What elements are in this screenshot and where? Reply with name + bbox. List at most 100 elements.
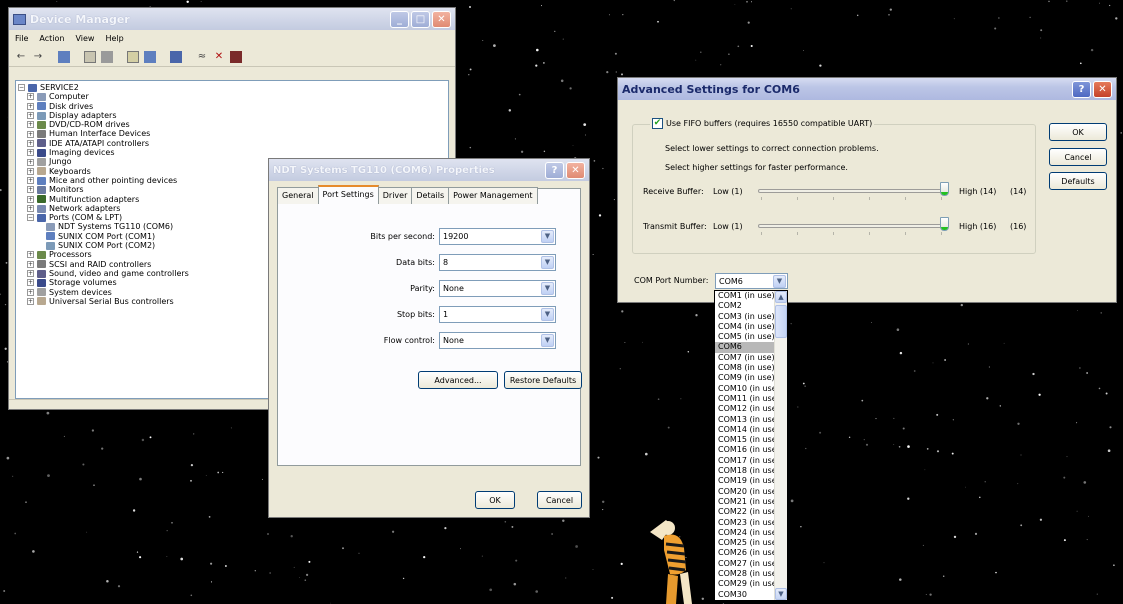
com-port-option[interactable]: COM5 (in use): [715, 332, 776, 342]
expand-icon[interactable]: +: [27, 130, 34, 138]
expand-icon[interactable]: +: [27, 279, 34, 287]
expand-icon[interactable]: +: [27, 270, 34, 278]
com-port-option[interactable]: COM3 (in use): [715, 312, 776, 322]
com-port-option[interactable]: COM1 (in use): [715, 291, 776, 301]
scroll-up-icon[interactable]: ▲: [775, 291, 787, 303]
close-button[interactable]: ✕: [1093, 80, 1112, 98]
com-port-option[interactable]: COM17 (in use: [715, 456, 776, 466]
expand-icon[interactable]: +: [27, 93, 34, 101]
com-port-option[interactable]: COM28 (in use: [715, 569, 776, 579]
close-button[interactable]: ✕: [432, 10, 451, 28]
cancel-button[interactable]: Cancel: [537, 491, 582, 509]
receive-buffer-slider[interactable]: [940, 182, 949, 196]
expand-icon[interactable]: +: [27, 186, 34, 194]
tree-item[interactable]: + Imaging devices: [18, 148, 446, 157]
com-port-option[interactable]: COM26 (in use: [715, 548, 776, 558]
com-port-option[interactable]: COM11 (in use: [715, 394, 776, 404]
com-port-option[interactable]: COM27 (in use: [715, 559, 776, 569]
chevron-down-icon[interactable]: ▼: [541, 229, 554, 243]
tree-item[interactable]: + Disk drives: [18, 102, 446, 111]
com-port-option[interactable]: COM25 (in use: [715, 538, 776, 548]
cancel-button[interactable]: Cancel: [1049, 148, 1107, 166]
forward-icon[interactable]: →: [32, 51, 44, 63]
ok-button[interactable]: OK: [475, 491, 515, 509]
menu-view[interactable]: View: [75, 34, 94, 43]
expand-icon[interactable]: +: [27, 121, 34, 129]
expand-icon[interactable]: +: [27, 205, 34, 212]
expand-icon[interactable]: +: [27, 102, 34, 110]
minimize-button[interactable]: _: [390, 10, 409, 28]
tab-driver[interactable]: Driver: [377, 187, 413, 204]
expand-icon[interactable]: +: [27, 195, 34, 203]
com-port-option[interactable]: COM15 (in use: [715, 435, 776, 445]
com-port-option[interactable]: COM19 (in use: [715, 476, 776, 486]
tree-item[interactable]: + Display adapters: [18, 111, 446, 120]
expand-icon[interactable]: +: [27, 288, 34, 296]
expand-icon[interactable]: +: [27, 260, 34, 268]
collapse-icon[interactable]: −: [27, 214, 34, 222]
tree-item[interactable]: − SERVICE2: [18, 83, 446, 92]
help-button[interactable]: ?: [1072, 80, 1091, 98]
menu-file[interactable]: File: [15, 34, 28, 43]
tree-item[interactable]: + IDE ATA/ATAPI controllers: [18, 139, 446, 148]
scroll-thumb[interactable]: [775, 305, 787, 338]
com-port-option[interactable]: COM12 (in use: [715, 404, 776, 414]
com-port-option[interactable]: COM24 (in use: [715, 528, 776, 538]
chevron-down-icon[interactable]: ▼: [541, 255, 554, 269]
uninstall-icon[interactable]: ✕: [213, 51, 225, 63]
chevron-down-icon[interactable]: ▼: [541, 333, 554, 347]
com-port-option[interactable]: COM13 (in use: [715, 415, 776, 425]
dropdown-scrollbar[interactable]: ▲ ▼: [774, 291, 787, 600]
com-port-option[interactable]: COM16 (in use: [715, 445, 776, 455]
transmit-buffer-slider[interactable]: [940, 217, 949, 231]
tree-item[interactable]: + Computer: [18, 92, 446, 101]
menu-action[interactable]: Action: [39, 34, 64, 43]
ok-button[interactable]: OK: [1049, 123, 1107, 141]
expand-icon[interactable]: +: [27, 177, 34, 185]
tab-power-management[interactable]: Power Management: [448, 187, 538, 204]
close-button[interactable]: ✕: [566, 161, 585, 179]
menu-help[interactable]: Help: [105, 34, 123, 43]
com-port-option[interactable]: COM18 (in use: [715, 466, 776, 476]
com-port-option[interactable]: COM10 (in use: [715, 384, 776, 394]
com-port-option[interactable]: COM9 (in use): [715, 373, 776, 383]
device-view-icon[interactable]: [58, 50, 70, 63]
print-icon[interactable]: [101, 50, 113, 63]
com-port-option[interactable]: COM23 (in use: [715, 518, 776, 528]
transmit-buffer-track[interactable]: [758, 224, 944, 228]
tree-item[interactable]: + DVD/CD-ROM drives: [18, 120, 446, 129]
fifo-checkbox-row[interactable]: ✔ Use FIFO buffers (requires 16550 compa…: [650, 118, 875, 129]
collapse-icon[interactable]: −: [18, 84, 25, 92]
com-port-select[interactable]: COM6 ▼: [715, 273, 788, 289]
computer-icon[interactable]: [170, 50, 182, 63]
com-port-option[interactable]: COM22 (in use: [715, 507, 776, 517]
receive-buffer-track[interactable]: [758, 189, 944, 193]
com-port-option[interactable]: COM29 (in use: [715, 579, 776, 589]
device-manager-titlebar[interactable]: Device Manager _ □ ✕: [9, 8, 455, 30]
flow-control-select[interactable]: None ▼: [439, 331, 556, 349]
expand-icon[interactable]: +: [27, 158, 34, 166]
defaults-button[interactable]: Defaults: [1049, 172, 1107, 190]
expand-icon[interactable]: +: [27, 112, 34, 120]
expand-icon[interactable]: +: [27, 251, 34, 259]
properties-icon[interactable]: [84, 50, 96, 63]
expand-icon[interactable]: +: [27, 167, 34, 175]
com-port-option[interactable]: COM8 (in use): [715, 363, 776, 373]
expand-icon[interactable]: +: [27, 149, 34, 157]
com-port-option[interactable]: COM20 (in use: [715, 487, 776, 497]
parity-select[interactable]: None ▼: [439, 279, 556, 297]
com-port-dropdown-list[interactable]: COM1 (in use) COM2 COM3 (in use) COM4 (in u…: [714, 290, 788, 601]
chevron-down-icon[interactable]: ▼: [773, 275, 786, 288]
tab-general[interactable]: General: [277, 187, 319, 204]
tab-port-settings[interactable]: Port Settings: [317, 185, 379, 204]
com-port-option[interactable]: COM30: [715, 590, 776, 600]
advanced-button[interactable]: Advanced...: [418, 371, 498, 389]
restore-defaults-button[interactable]: Restore Defaults: [504, 371, 582, 389]
com-port-option[interactable]: COM4 (in use): [715, 322, 776, 332]
bits-per-second-select[interactable]: 19200 ▼: [439, 227, 556, 245]
expand-icon[interactable]: +: [27, 139, 34, 147]
tab-details[interactable]: Details: [411, 187, 450, 204]
com-port-option[interactable]: COM14 (in use: [715, 425, 776, 435]
chevron-down-icon[interactable]: ▼: [541, 307, 554, 321]
com-port-option[interactable]: COM2: [715, 301, 776, 311]
